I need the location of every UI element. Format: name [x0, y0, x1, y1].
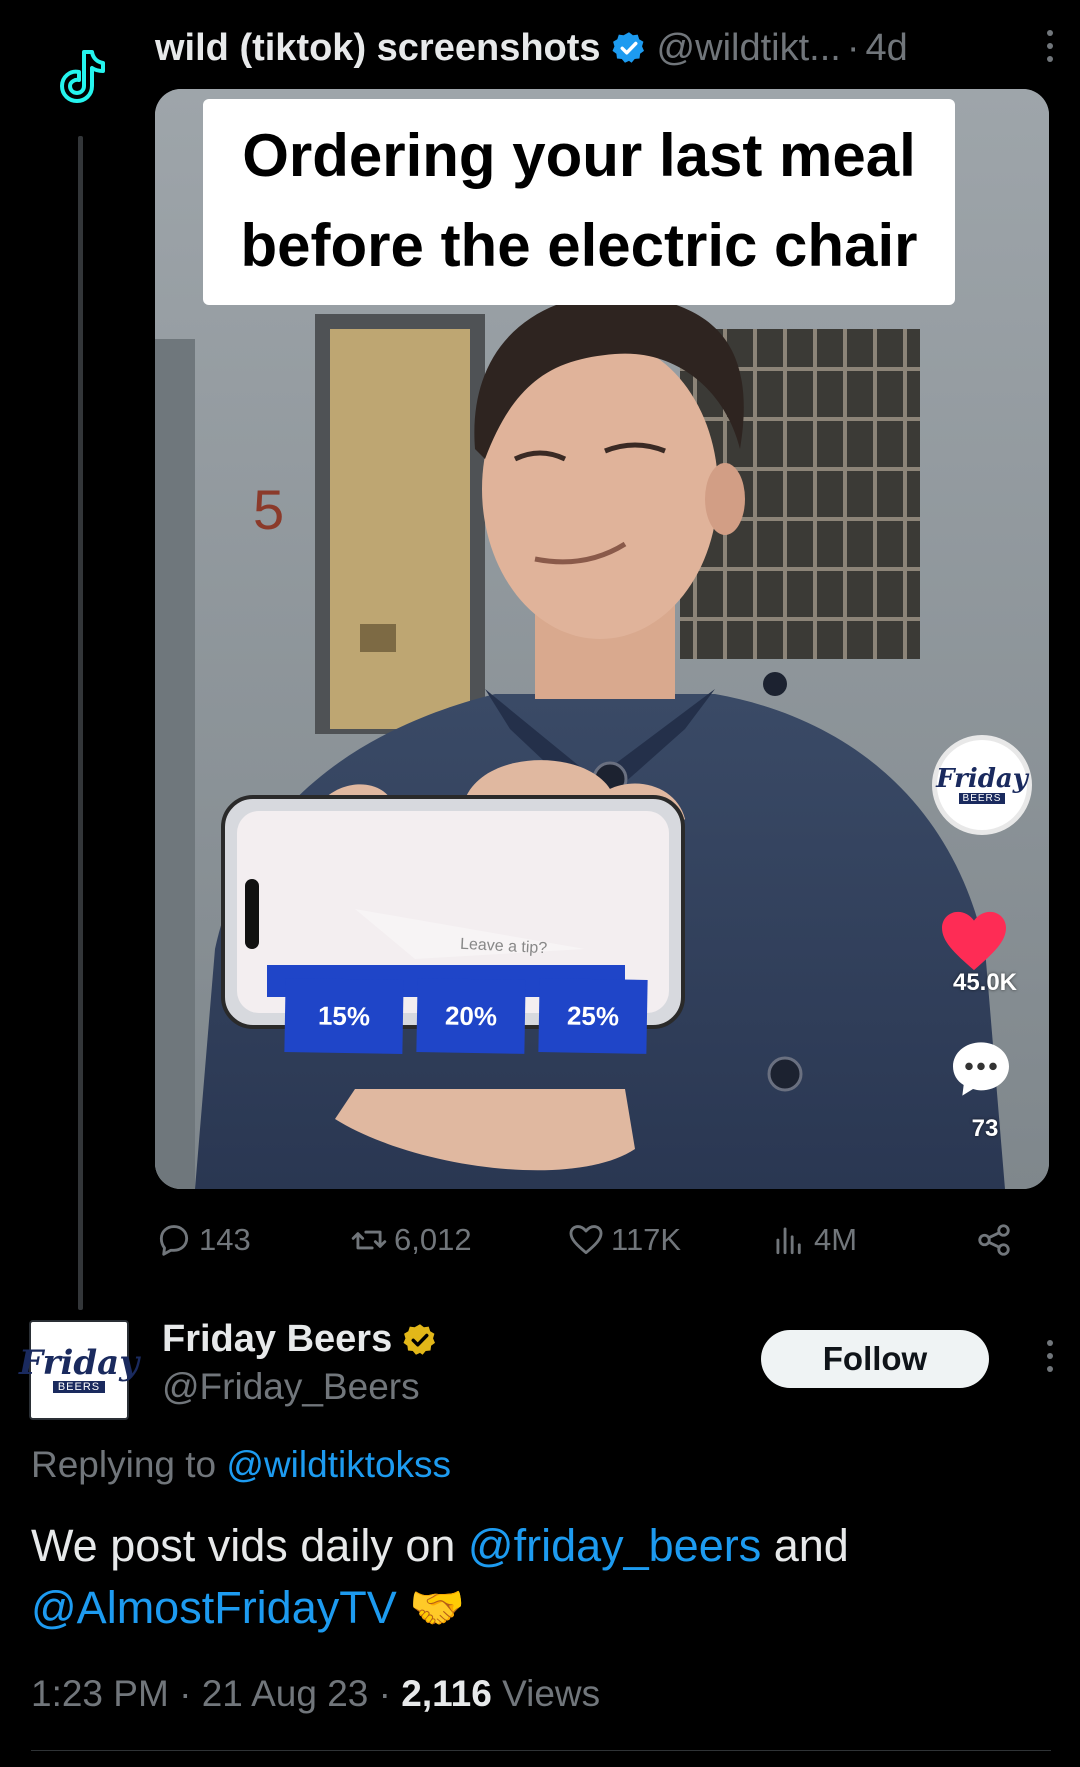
video-heart-icon	[939, 909, 1029, 978]
reply-views-label: Views	[502, 1673, 601, 1714]
views-icon	[776, 1227, 801, 1255]
avatar-brand-name: Friday	[19, 1343, 139, 1383]
reply-views-count: 2,116	[401, 1673, 492, 1714]
reply-text-part-1: We post vids daily on	[31, 1520, 456, 1571]
tip-option-15: 15%	[284, 977, 404, 1055]
author-handle[interactable]: @wildtikt...	[657, 27, 841, 70]
more-options-icon[interactable]	[1044, 30, 1056, 66]
verified-badge-icon	[612, 32, 644, 63]
reply-text: We post vids daily on @friday_beers and …	[31, 1515, 1051, 1639]
share-icon	[978, 1224, 1010, 1256]
video-comment-icon	[949, 1037, 1029, 1106]
author-name[interactable]: wild (tiktok) screenshots	[155, 27, 601, 70]
video-comment-count: 73	[971, 1115, 999, 1142]
room-number: 5	[253, 478, 284, 541]
tiktok-logo-avatar[interactable]	[48, 44, 112, 108]
replying-prefix: Replying to	[31, 1444, 217, 1485]
friday-beers-badge: Friday BEERS	[932, 735, 1032, 835]
views-count: 4M	[814, 1222, 858, 1257]
friday-beers-avatar[interactable]: Friday BEERS	[19, 1320, 139, 1420]
repost-button[interactable]: 6,012	[350, 1210, 472, 1270]
divider	[31, 1750, 1051, 1751]
avatar-brand-sub: BEERS	[52, 1381, 106, 1393]
mention-friday-beers[interactable]: @friday_beers	[468, 1520, 761, 1571]
reply-meta: 1:23 PM · 21 Aug 23 · 2,116 Views	[31, 1673, 601, 1714]
reply-count: 143	[199, 1222, 251, 1257]
mention-almost-friday-tv[interactable]: @AlmostFridayTV	[31, 1582, 397, 1633]
reply-time[interactable]: 1:23 PM	[31, 1673, 169, 1714]
tip-option-25: 25%	[538, 978, 648, 1054]
reply-author-name[interactable]: Friday Beers	[162, 1318, 392, 1361]
tip-option-20: 20%	[416, 978, 526, 1054]
tweet-action-bar: 143 6,012 117K 4M	[155, 1210, 1045, 1270]
follow-button[interactable]: Follow	[761, 1330, 989, 1388]
reply-author-name-row: Friday Beers	[162, 1318, 448, 1361]
replying-to-line: Replying to @wildtiktokss	[31, 1444, 451, 1486]
verified-gold-badge-icon	[403, 1323, 436, 1355]
video-like-count: 45.0K	[952, 969, 1018, 996]
views-button[interactable]: 4M	[770, 1210, 857, 1270]
caption-line-1: Ordering your last meal	[242, 122, 916, 189]
badge-brand-sub: BEERS	[958, 792, 1006, 804]
caption-line-2: before the electric chair	[240, 212, 918, 279]
reply-more-options-icon[interactable]	[1044, 1340, 1056, 1376]
tweet-header: wild (tiktok) screenshots @wildtikt... ·…	[155, 20, 1055, 76]
video-caption: Ordering your last meal before the elect…	[203, 99, 955, 305]
reply-text-part-2: and	[773, 1520, 849, 1571]
reply-author-handle[interactable]: @Friday_Beers	[162, 1366, 420, 1408]
like-button[interactable]: 117K	[567, 1210, 681, 1270]
like-count: 117K	[611, 1222, 682, 1257]
tweet-media-video[interactable]: 5 Ordering your last meal before the ele…	[155, 89, 1049, 1189]
badge-brand-name: Friday	[936, 763, 1028, 794]
handshake-emoji: 🤝	[409, 1582, 466, 1633]
tiktok-icon	[60, 50, 105, 103]
reply-icon	[159, 1225, 189, 1256]
share-button[interactable]	[975, 1210, 1019, 1270]
repost-icon	[351, 1230, 387, 1250]
thread-line	[78, 136, 83, 1310]
separator-dot: ·	[846, 26, 860, 69]
replying-to-link[interactable]: @wildtiktokss	[226, 1444, 451, 1485]
reply-button[interactable]: 143	[155, 1210, 251, 1270]
like-icon	[569, 1225, 603, 1255]
repost-count: 6,012	[394, 1222, 472, 1257]
reply-date[interactable]: 21 Aug 23	[202, 1673, 369, 1714]
tweet-time[interactable]: 4d	[865, 27, 907, 70]
